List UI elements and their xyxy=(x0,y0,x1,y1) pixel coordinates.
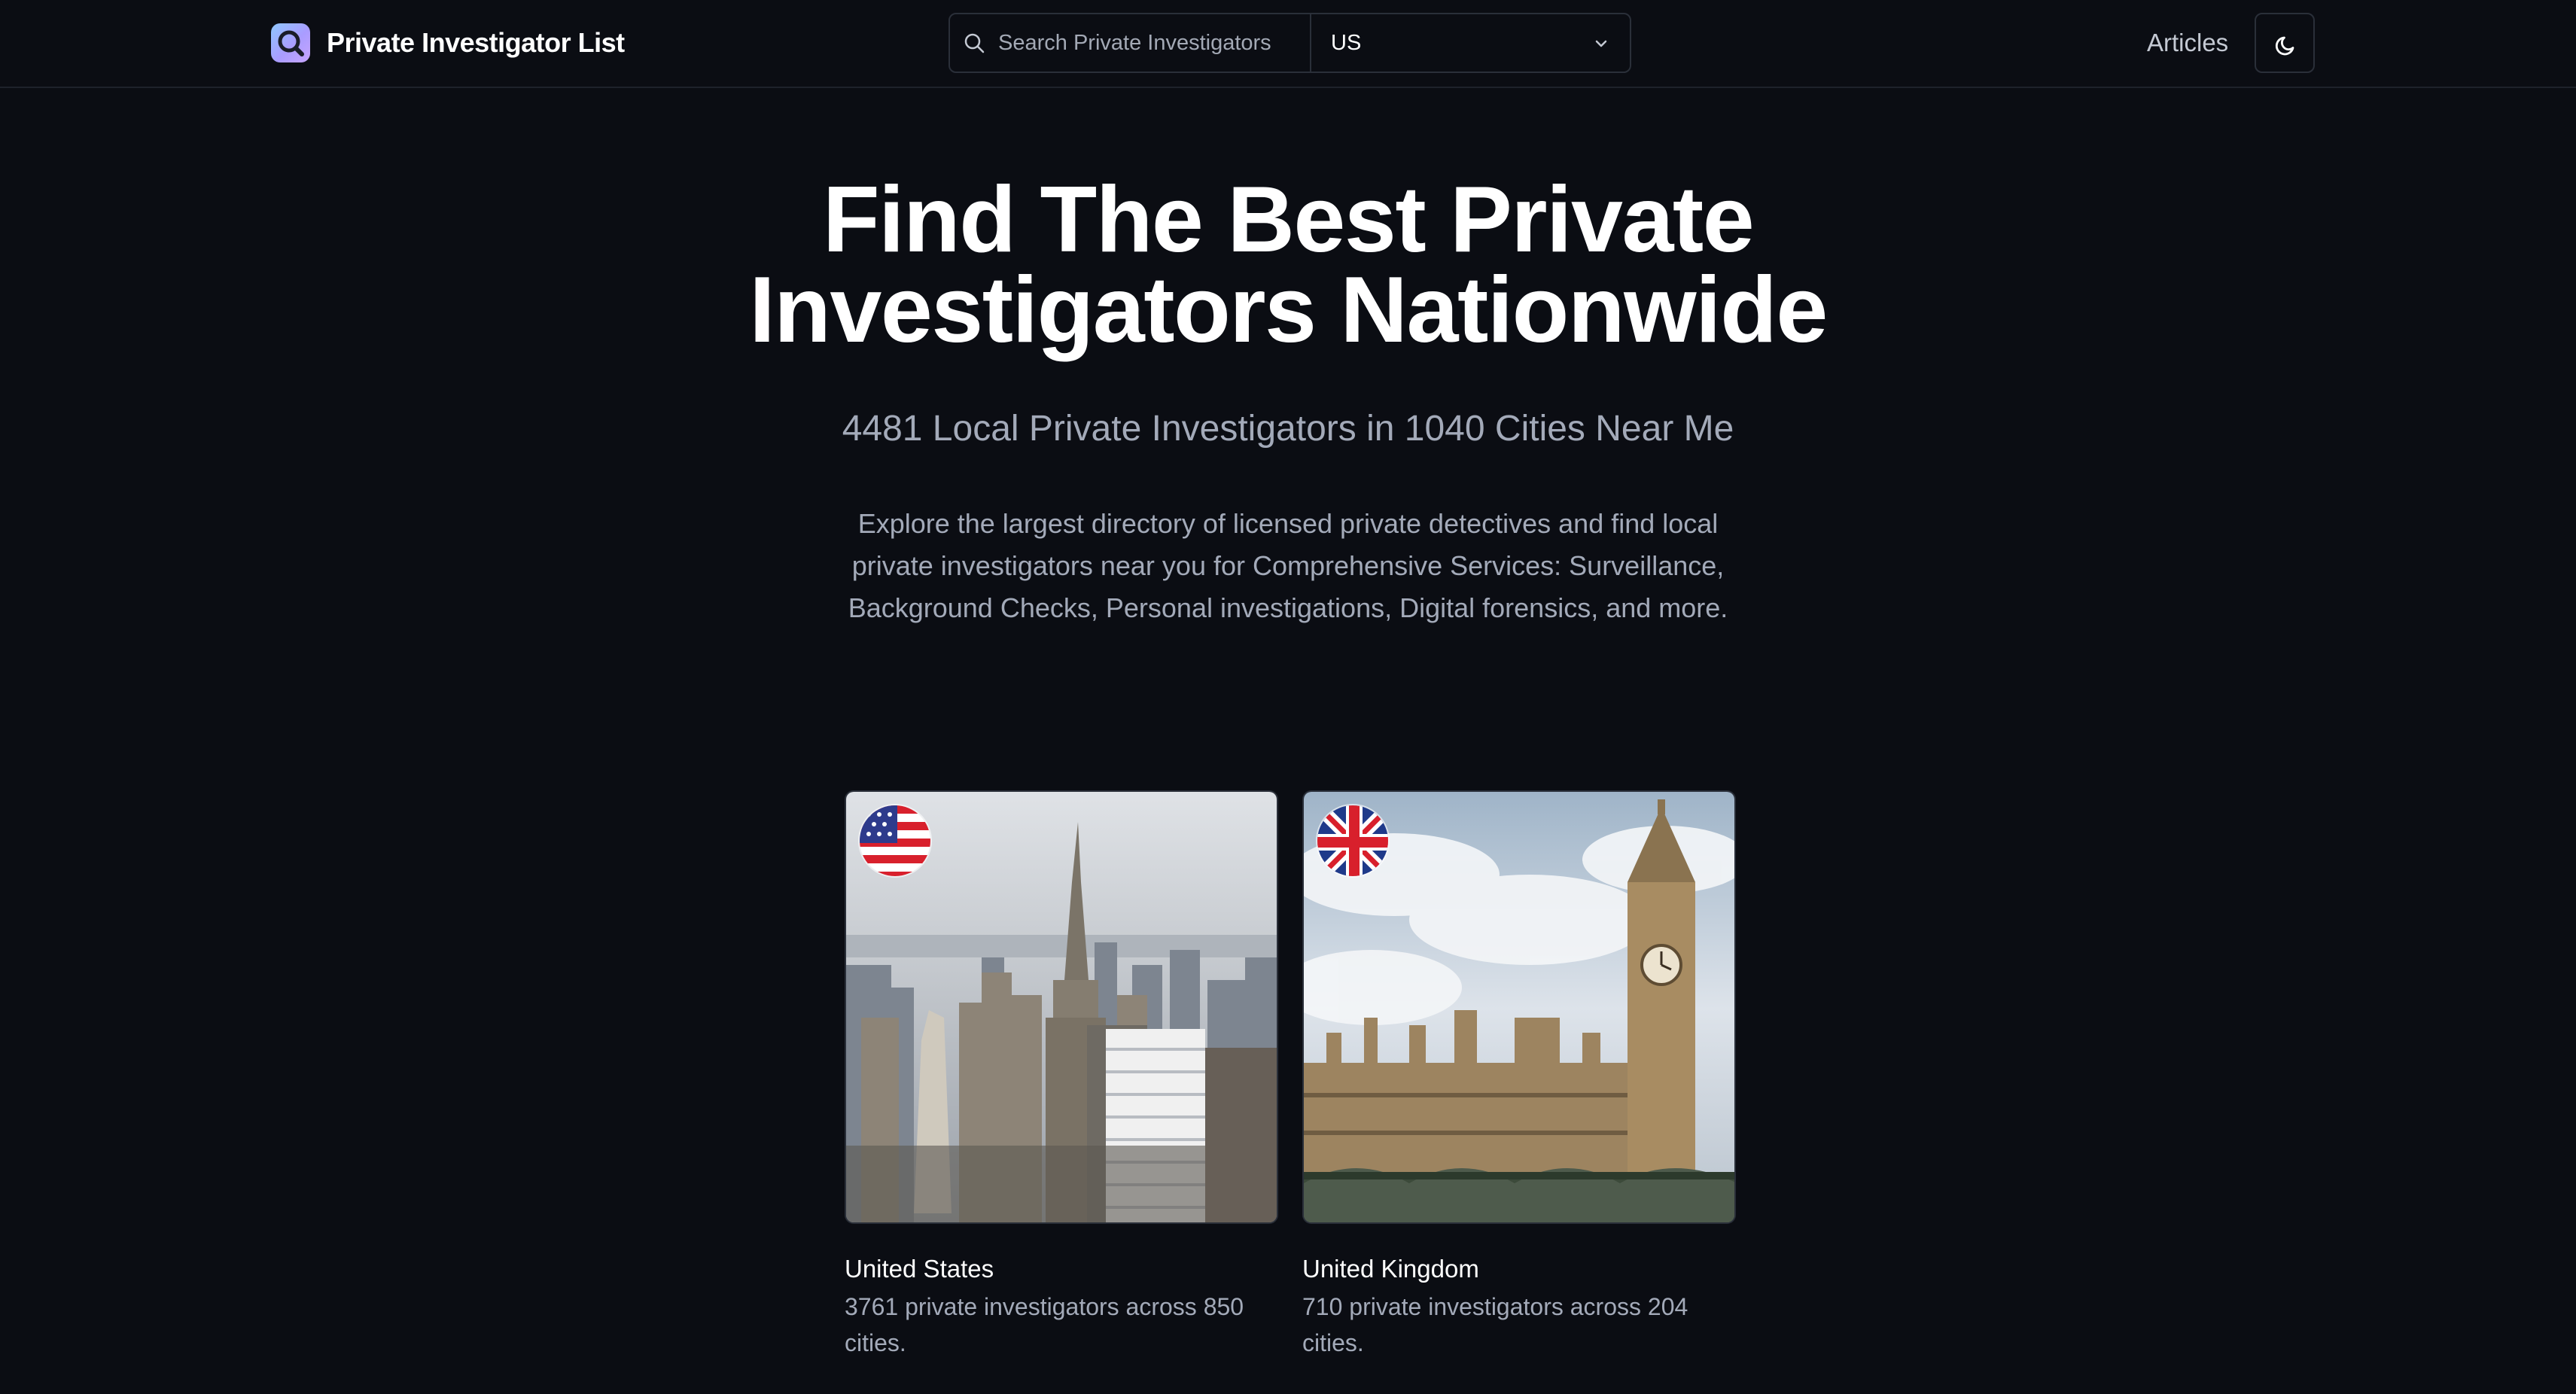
logo-icon[interactable] xyxy=(271,23,310,62)
country-select[interactable]: US xyxy=(1313,14,1630,72)
chevron-down-icon xyxy=(1591,34,1611,57)
country-stats-line-2: cities. xyxy=(1302,1329,1364,1356)
country-stats: 3761 private investigators across 850 ci… xyxy=(845,1289,1278,1361)
search-input[interactable] xyxy=(998,25,1299,61)
page-subtitle: 4481 Local Private Investigators in 1040… xyxy=(842,409,1734,449)
brand-name[interactable]: Private Investigator List xyxy=(327,26,625,60)
country-select-value: US xyxy=(1331,31,1362,55)
page-description: Explore the largest directory of license… xyxy=(828,503,1748,629)
top-navigation-bar: Private Investigator List US Articles xyxy=(0,0,2576,88)
description-line-3: Background Checks, Personal investigatio… xyxy=(848,592,1728,623)
page-title: Find The Best Private Investigators Nati… xyxy=(0,173,2576,357)
search-icon xyxy=(962,31,986,59)
new-york-skyline-image[interactable] xyxy=(845,790,1278,1224)
country-card-united-kingdom[interactable]: United Kingdom 710 private investigators… xyxy=(1302,790,1736,1361)
page-title-line-2: Investigators Nationwide xyxy=(749,258,1828,362)
country-name[interactable]: United Kingdom xyxy=(1302,1252,1736,1286)
country-stats-line-2: cities. xyxy=(845,1329,906,1356)
page-title-line-1: Find The Best Private xyxy=(822,168,1755,272)
articles-link[interactable]: Articles xyxy=(2147,26,2228,59)
country-stats-line-1: 3761 private investigators across 850 xyxy=(845,1293,1244,1320)
description-line-1: Explore the largest directory of license… xyxy=(857,508,1719,539)
country-name[interactable]: United States xyxy=(845,1252,1278,1286)
description-line-2: private investigators near you for Compr… xyxy=(851,550,1725,581)
theme-toggle-button[interactable] xyxy=(2255,13,2315,73)
country-stats: 710 private investigators across 204 cit… xyxy=(1302,1289,1736,1361)
big-ben-image[interactable] xyxy=(1302,790,1736,1224)
us-flag-icon xyxy=(858,804,932,878)
search-bar: US xyxy=(948,13,1631,73)
country-stats-line-1: 710 private investigators across 204 xyxy=(1302,1293,1688,1320)
country-card-united-states[interactable]: United States 3761 private investigators… xyxy=(845,790,1278,1361)
uk-flag-icon xyxy=(1316,804,1390,878)
search-divider xyxy=(1310,14,1311,72)
